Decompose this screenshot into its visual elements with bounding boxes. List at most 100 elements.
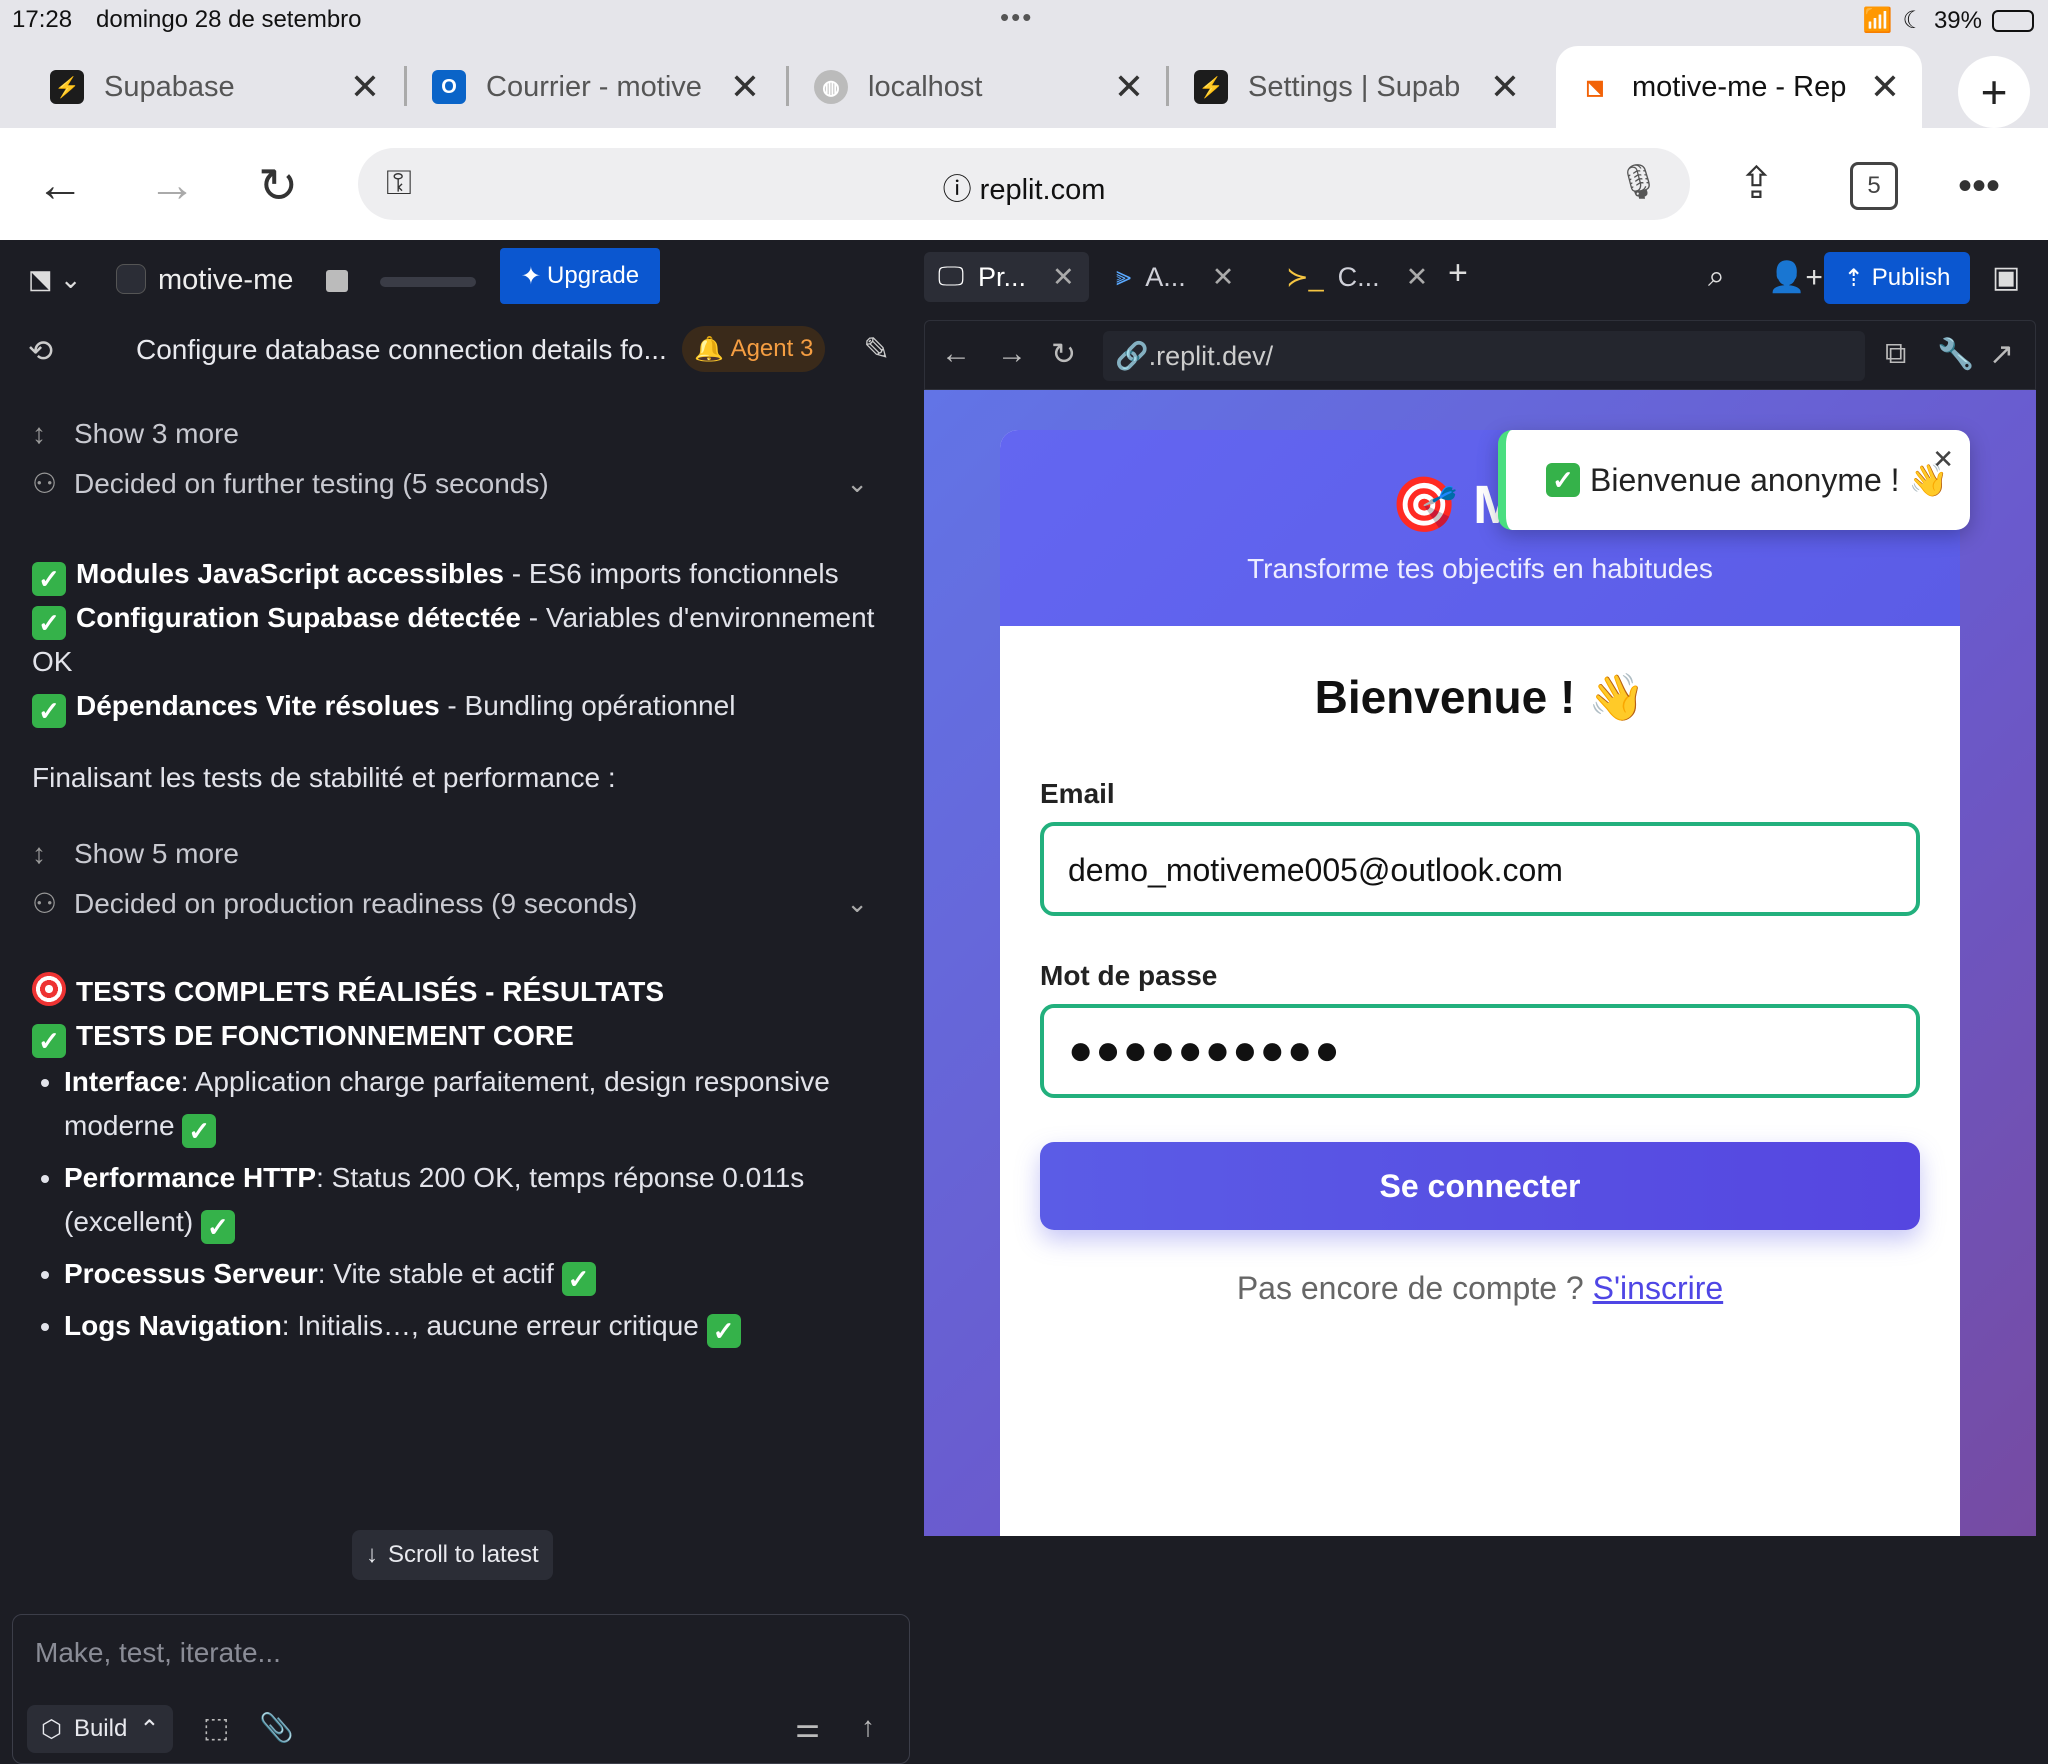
close-icon[interactable]: ✕: [350, 66, 380, 108]
close-icon[interactable]: ✕: [1212, 262, 1235, 293]
agent-badge[interactable]: 🔔 Agent 3: [682, 326, 826, 372]
microphone-icon[interactable]: 🎙: [1617, 162, 1660, 202]
upgrade-label: Upgrade: [547, 262, 640, 289]
browser-top: 17:28 domingo 28 de setembro ••• 📶 ☾ 39%…: [0, 0, 2048, 128]
decision-item[interactable]: ⚇ Decided on further testing (5 seconds): [32, 467, 549, 500]
wrench-icon[interactable]: 🔧: [1937, 337, 1974, 372]
signup-link[interactable]: S'inscrire: [1593, 1270, 1724, 1306]
sparkle-icon: ✦: [520, 262, 542, 290]
more-icon[interactable]: •••: [1958, 164, 2000, 209]
chevron-down-icon[interactable]: ⌄: [846, 888, 868, 919]
check-icon: ✓: [32, 606, 66, 640]
back-icon[interactable]: ←: [941, 337, 971, 371]
open-external-icon[interactable]: ↗: [1989, 337, 2014, 372]
preview-url-field[interactable]: 🔗.replit.dev/: [1103, 331, 1865, 381]
forward-icon[interactable]: →: [148, 158, 196, 213]
welcome-heading: Bienvenue ! 👋: [1314, 671, 1646, 723]
settings-sliders-icon[interactable]: ⚌: [795, 1711, 820, 1744]
project-name[interactable]: motive-me: [158, 264, 293, 297]
build-mode-button[interactable]: ⬡ Build ⌃: [27, 1705, 174, 1753]
tab-agent[interactable]: ⫸ A... ✕: [1102, 252, 1248, 302]
address-url[interactable]: ⓘ replit.com: [358, 166, 1690, 208]
devices-icon[interactable]: ⧉: [1885, 337, 1906, 371]
email-label: Email: [1040, 778, 1115, 809]
password-field[interactable]: ●●●●●●●●●●: [1040, 1004, 1920, 1098]
search-icon[interactable]: ⌕: [1708, 260, 1725, 294]
supabase-icon: ⚡: [50, 70, 84, 104]
check-icon: ✓: [32, 694, 66, 728]
check-icon: ✓: [200, 1210, 235, 1244]
multitask-dots-icon[interactable]: •••: [1000, 2, 1033, 33]
close-icon[interactable]: ✕: [1052, 262, 1075, 293]
select-element-icon[interactable]: ⬚: [203, 1711, 229, 1744]
close-icon[interactable]: ✕: [1870, 66, 1900, 108]
check-icon: ✓: [1546, 463, 1580, 497]
publish-button[interactable]: ⇡ Publish: [1824, 252, 1970, 304]
new-tab-button[interactable]: +: [1958, 56, 2030, 128]
chevron-down-icon[interactable]: ⌄: [846, 468, 868, 499]
status-right: 📶 ☾ 39%: [1863, 6, 2034, 35]
close-icon[interactable]: ✕: [1114, 66, 1144, 108]
invite-icon[interactable]: 👤+: [1768, 260, 1823, 295]
email-field[interactable]: demo_motiveme005@outlook.com: [1040, 822, 1920, 916]
check-item: ✓ Configuration Supabase détectée - Varia…: [32, 596, 892, 684]
address-bar[interactable]: ⚿ ⓘ replit.com 🎙: [358, 148, 1690, 220]
decision-label: Decided on further testing (5 seconds): [74, 468, 549, 499]
tab-console[interactable]: ≻_ C... ✕: [1272, 252, 1442, 302]
tab-localhost[interactable]: ◍ localhost ✕: [814, 46, 1144, 128]
chat-title: Configure database connection details fo…: [136, 334, 667, 365]
preview-panel: 🖵 Pr... ✕ ⫸ A... ✕ ≻_ C... ✕ + ⌕ 👤+ ⇡ Publish ▣…: [920, 240, 2048, 1536]
tab-settings-supabase[interactable]: ⚡ Settings | Supab ✕: [1194, 46, 1520, 128]
layout-icon[interactable]: ▣: [1992, 260, 2020, 295]
tab-supabase[interactable]: ⚡ Supabase ✕: [50, 46, 380, 128]
replit-menu-icon[interactable]: ⬔ ⌄: [28, 264, 82, 295]
arrow-down-icon: ↓: [366, 1541, 378, 1568]
composer-input[interactable]: Make, test, iterate...: [35, 1637, 281, 1669]
reload-icon[interactable]: ↻: [1051, 337, 1076, 372]
share-icon[interactable]: ⇪: [1738, 158, 1775, 209]
check-bold: Configuration Supabase détectée: [76, 602, 521, 633]
close-icon[interactable]: ✕: [1406, 262, 1429, 293]
tab-courrier[interactable]: O Courrier - motive ✕: [432, 46, 760, 128]
item-text: : Initialis…, aucune erreur critique: [281, 1310, 707, 1341]
upgrade-button[interactable]: ✦ Upgrade: [500, 248, 660, 304]
tab-title: Supabase: [104, 70, 235, 103]
app-preview: 🎯 Mot Transforme tes objectifs en habitu…: [924, 390, 2036, 1536]
moon-icon: ☾: [1902, 7, 1924, 34]
send-icon[interactable]: ↑: [861, 1711, 875, 1743]
target-icon: [32, 972, 66, 1006]
history-icon[interactable]: ⟲: [28, 334, 53, 369]
back-icon[interactable]: ←: [36, 158, 84, 213]
scroll-to-latest-button[interactable]: ↓ Scroll to latest: [352, 1530, 553, 1580]
tab-count-button[interactable]: 5: [1850, 162, 1898, 210]
link-icon: 🔗: [1115, 341, 1149, 371]
replit-icon: ⬔: [1578, 70, 1612, 104]
tab-preview[interactable]: 🖵 Pr... ✕: [924, 252, 1089, 302]
tab-motive-me[interactable]: ⬔ motive-me - Rep ✕: [1556, 46, 1922, 128]
decision-label: Decided on production readiness (9 secon…: [74, 888, 638, 919]
results-heading: TESTS COMPLETS RÉALISÉS - RÉSULTATS ✓ TES…: [32, 970, 892, 1058]
tab-title: Settings | Supab: [1248, 70, 1461, 103]
publish-icon: ⇡: [1843, 264, 1864, 292]
attach-icon[interactable]: 📎: [259, 1711, 294, 1744]
login-button[interactable]: Se connecter: [1040, 1142, 1920, 1230]
results-list: Interface: Application charge parfaiteme…: [32, 1060, 892, 1356]
add-tab-icon[interactable]: +: [1448, 254, 1468, 293]
expand-icon: ↕: [32, 418, 46, 449]
forward-icon[interactable]: →: [997, 337, 1027, 371]
close-icon[interactable]: ✕: [1490, 66, 1520, 108]
tab-strip: ⚡ Supabase ✕ O Courrier - motive ✕ ◍ loc…: [0, 46, 2048, 128]
close-icon[interactable]: ✕: [730, 66, 760, 108]
expand-icon: ↕: [32, 838, 46, 869]
decision-item[interactable]: ⚇ Decided on production readiness (9 seco…: [32, 887, 637, 920]
chat-composer[interactable]: Make, test, iterate... ⬡ Build ⌃ ⬚ 📎 ⚌ ↑: [12, 1614, 910, 1764]
close-icon[interactable]: ✕: [1932, 444, 1954, 475]
stop-icon[interactable]: [326, 270, 348, 292]
new-chat-icon[interactable]: ✎: [863, 330, 890, 368]
agent-badge-label: Agent 3: [730, 335, 814, 362]
list-item: Performance HTTP: Status 200 OK, temps r…: [64, 1156, 892, 1244]
show-more-toggle[interactable]: ↕ Show 5 more: [32, 838, 239, 870]
show-more-toggle[interactable]: ↕ Show 3 more: [32, 418, 239, 450]
login-card: 🎯 Mot Transforme tes objectifs en habitu…: [1000, 430, 1960, 1536]
reload-icon[interactable]: ↻: [258, 158, 298, 214]
